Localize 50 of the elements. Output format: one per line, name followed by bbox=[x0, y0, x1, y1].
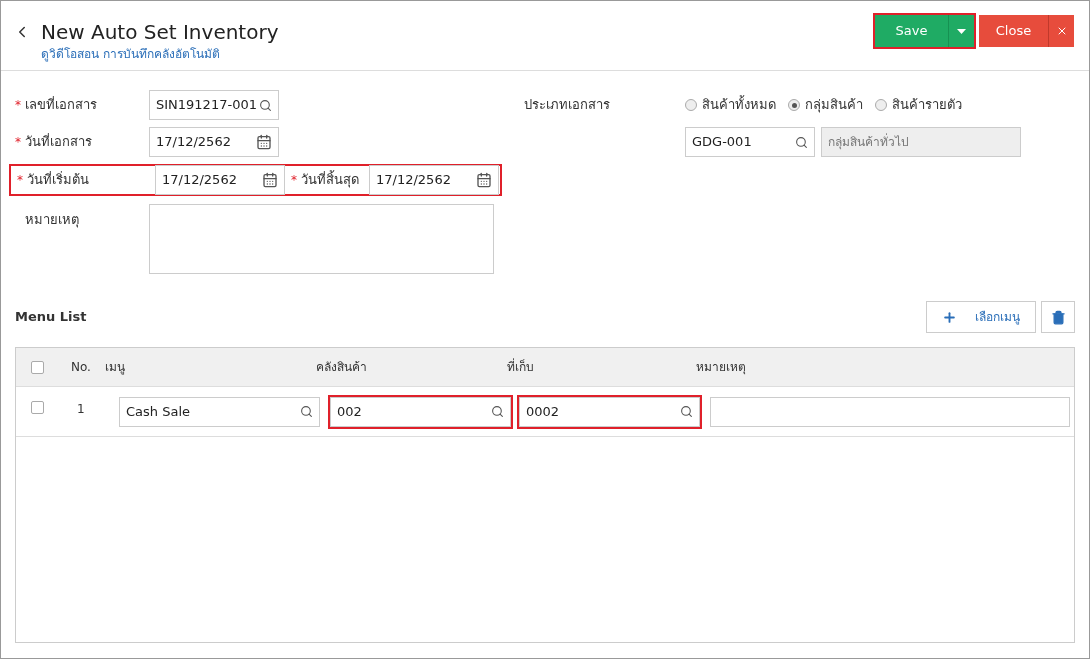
radio-label: กลุ่มสินค้า bbox=[805, 96, 863, 115]
column-header: เมนู bbox=[105, 359, 126, 376]
calendar-icon bbox=[256, 134, 272, 150]
input-field[interactable]: 0002 bbox=[519, 396, 700, 427]
field-label: เลขที่เอกสาร bbox=[25, 95, 97, 115]
radio-label: สินค้าทั้งหมด bbox=[702, 95, 776, 115]
select-all-checkbox[interactable] bbox=[31, 360, 44, 374]
input-field[interactable]: 002 bbox=[330, 396, 511, 427]
note-field[interactable] bbox=[710, 396, 1070, 427]
page-title: New Auto Set Inventory bbox=[41, 19, 279, 45]
search-icon bbox=[680, 405, 693, 418]
input-field[interactable]: GDG-001 bbox=[685, 127, 815, 157]
section-title: Menu List bbox=[15, 308, 87, 327]
required-mark: * bbox=[17, 172, 23, 189]
search-icon bbox=[259, 98, 272, 112]
input-field[interactable]: Cash Sale bbox=[119, 396, 320, 427]
row-number: 1 bbox=[77, 401, 86, 418]
field-label: ประเภทเอกสาร bbox=[524, 96, 611, 115]
column-header: ที่เก็บ bbox=[507, 358, 535, 376]
required-mark: * bbox=[291, 172, 297, 189]
column-header: คลังสินค้า bbox=[316, 359, 368, 376]
field-label: หมายเหตุ bbox=[25, 211, 79, 230]
field-label: วันที่สิ้นสุด bbox=[301, 170, 359, 190]
search-icon bbox=[300, 405, 313, 418]
plus-icon bbox=[942, 309, 957, 325]
search-icon bbox=[795, 135, 808, 149]
radio-button[interactable] bbox=[788, 99, 800, 111]
radio-label: สินค้ารายตัว bbox=[892, 96, 962, 115]
search-icon bbox=[491, 405, 504, 418]
input-field[interactable]: SIN191217-001 bbox=[149, 90, 279, 120]
note-textarea[interactable] bbox=[149, 204, 494, 274]
select-menu-button[interactable]: เลือกเมนู bbox=[926, 301, 1036, 333]
field-label: วันที่เริ่มต้น bbox=[27, 170, 89, 190]
required-mark: * bbox=[15, 97, 21, 114]
radio-button[interactable] bbox=[685, 99, 697, 111]
input-field[interactable]: 17/12/2562 bbox=[369, 165, 499, 195]
column-header: No. bbox=[71, 359, 92, 376]
input-field[interactable]: 17/12/2562 bbox=[155, 165, 285, 195]
field-label: วันที่เอกสาร bbox=[25, 132, 92, 152]
radio-button[interactable] bbox=[875, 99, 887, 111]
trash-icon bbox=[1050, 309, 1066, 325]
tutorial-link[interactable]: ดูวิดีโอสอน การบันทึกคลังอัตโนมัติ bbox=[41, 45, 279, 63]
delete-button[interactable] bbox=[1041, 301, 1075, 333]
input-field[interactable]: 17/12/2562 bbox=[149, 127, 279, 157]
calendar-icon bbox=[476, 172, 492, 188]
calendar-icon bbox=[262, 172, 278, 188]
row-checkbox[interactable] bbox=[31, 401, 44, 414]
group-name-field: กลุ่มสินค้าทั่วไป bbox=[821, 127, 1021, 157]
column-header: หมายเหตุ bbox=[696, 359, 746, 376]
required-mark: * bbox=[15, 134, 21, 151]
